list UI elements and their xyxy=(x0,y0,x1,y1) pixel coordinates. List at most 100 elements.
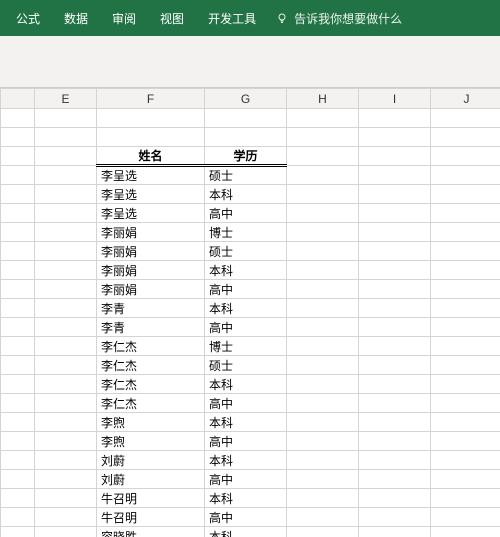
cell[interactable] xyxy=(35,356,97,375)
cell[interactable] xyxy=(35,318,97,337)
cell-edu[interactable]: 硕士 xyxy=(205,242,287,261)
cell-name[interactable]: 李丽娟 xyxy=(97,280,205,299)
cell-edu[interactable]: 高中 xyxy=(205,318,287,337)
cell[interactable] xyxy=(205,109,287,128)
table-row[interactable]: 容晓胜本科 xyxy=(1,527,500,537)
table-row[interactable] xyxy=(1,128,500,147)
table-row[interactable]: 李丽娟本科 xyxy=(1,261,500,280)
cell[interactable] xyxy=(359,261,431,280)
table-row[interactable]: 李青高中 xyxy=(1,318,500,337)
cell[interactable] xyxy=(35,128,97,147)
cell[interactable] xyxy=(431,356,500,375)
table-row[interactable]: 刘蔚本科 xyxy=(1,451,500,470)
cell[interactable] xyxy=(287,394,359,413)
table-row[interactable]: 李仁杰高中 xyxy=(1,394,500,413)
cell-edu[interactable]: 高中 xyxy=(205,508,287,527)
cell[interactable] xyxy=(359,470,431,489)
cell[interactable] xyxy=(35,204,97,223)
cell[interactable] xyxy=(431,337,500,356)
tab-developer[interactable]: 开发工具 xyxy=(196,0,268,36)
cell[interactable] xyxy=(1,527,35,537)
cell[interactable] xyxy=(431,242,500,261)
cell[interactable] xyxy=(359,394,431,413)
cell[interactable] xyxy=(359,299,431,318)
cell[interactable] xyxy=(287,109,359,128)
cell-edu[interactable]: 高中 xyxy=(205,470,287,489)
cell[interactable] xyxy=(35,223,97,242)
cell[interactable] xyxy=(35,185,97,204)
cell-name[interactable]: 李呈选 xyxy=(97,185,205,204)
table-row[interactable]: 李仁杰硕士 xyxy=(1,356,500,375)
cell[interactable] xyxy=(1,299,35,318)
cell[interactable] xyxy=(1,470,35,489)
cell[interactable] xyxy=(35,261,97,280)
cell-edu[interactable]: 高中 xyxy=(205,432,287,451)
cell[interactable] xyxy=(431,318,500,337)
cell[interactable] xyxy=(1,356,35,375)
cell-edu[interactable]: 本科 xyxy=(205,185,287,204)
cell[interactable] xyxy=(1,128,35,147)
table-row[interactable]: 李煦高中 xyxy=(1,432,500,451)
cell-name[interactable]: 李仁杰 xyxy=(97,337,205,356)
cell[interactable] xyxy=(431,223,500,242)
tab-review[interactable]: 审阅 xyxy=(100,0,148,36)
cell-edu[interactable]: 本科 xyxy=(205,451,287,470)
tab-formulas[interactable]: 公式 xyxy=(4,0,52,36)
tab-view[interactable]: 视图 xyxy=(148,0,196,36)
cell-edu[interactable]: 高中 xyxy=(205,204,287,223)
cell[interactable] xyxy=(1,147,35,166)
cell[interactable] xyxy=(431,261,500,280)
cell[interactable] xyxy=(431,109,500,128)
cell[interactable] xyxy=(35,337,97,356)
cell[interactable] xyxy=(287,432,359,451)
cell[interactable] xyxy=(35,109,97,128)
cell[interactable] xyxy=(287,147,359,166)
cell[interactable] xyxy=(35,527,97,537)
cell-edu[interactable]: 博士 xyxy=(205,337,287,356)
cell[interactable] xyxy=(35,508,97,527)
column-header-G[interactable]: G xyxy=(205,89,287,109)
cell-name[interactable]: 李青 xyxy=(97,299,205,318)
cell[interactable] xyxy=(287,489,359,508)
cell[interactable] xyxy=(359,166,431,185)
cell-name[interactable]: 李仁杰 xyxy=(97,394,205,413)
cell[interactable] xyxy=(97,128,205,147)
cell[interactable] xyxy=(287,413,359,432)
cell[interactable] xyxy=(431,470,500,489)
cell[interactable] xyxy=(287,166,359,185)
cell-name[interactable]: 李丽娟 xyxy=(97,242,205,261)
column-header-J[interactable]: J xyxy=(431,89,500,109)
cell[interactable] xyxy=(359,375,431,394)
cell-edu[interactable]: 高中 xyxy=(205,394,287,413)
cell[interactable] xyxy=(359,527,431,537)
cell[interactable] xyxy=(1,261,35,280)
cell[interactable] xyxy=(1,413,35,432)
cell[interactable] xyxy=(359,356,431,375)
cell-name[interactable]: 牛召明 xyxy=(97,508,205,527)
cell[interactable] xyxy=(287,318,359,337)
cell-edu[interactable]: 本科 xyxy=(205,489,287,508)
cell[interactable] xyxy=(359,337,431,356)
table-row[interactable]: 李仁杰博士 xyxy=(1,337,500,356)
cell-name[interactable]: 李呈选 xyxy=(97,166,205,185)
cell[interactable] xyxy=(287,508,359,527)
cell-edu[interactable]: 硕士 xyxy=(205,356,287,375)
cell-edu[interactable]: 本科 xyxy=(205,375,287,394)
cell-edu[interactable]: 本科 xyxy=(205,261,287,280)
cell[interactable] xyxy=(287,375,359,394)
cell[interactable] xyxy=(1,432,35,451)
table-header-name[interactable]: 姓名 xyxy=(97,147,205,166)
table-row[interactable]: 姓名学历 xyxy=(1,147,500,166)
cell[interactable] xyxy=(287,299,359,318)
cell-name[interactable]: 李仁杰 xyxy=(97,356,205,375)
cell[interactable] xyxy=(359,242,431,261)
cell[interactable] xyxy=(35,147,97,166)
cell[interactable] xyxy=(1,451,35,470)
cell[interactable] xyxy=(287,451,359,470)
table-row[interactable]: 李仁杰本科 xyxy=(1,375,500,394)
cell-edu[interactable]: 博士 xyxy=(205,223,287,242)
cell[interactable] xyxy=(359,318,431,337)
cell[interactable] xyxy=(1,242,35,261)
cell-name[interactable]: 李丽娟 xyxy=(97,261,205,280)
cell[interactable] xyxy=(1,185,35,204)
